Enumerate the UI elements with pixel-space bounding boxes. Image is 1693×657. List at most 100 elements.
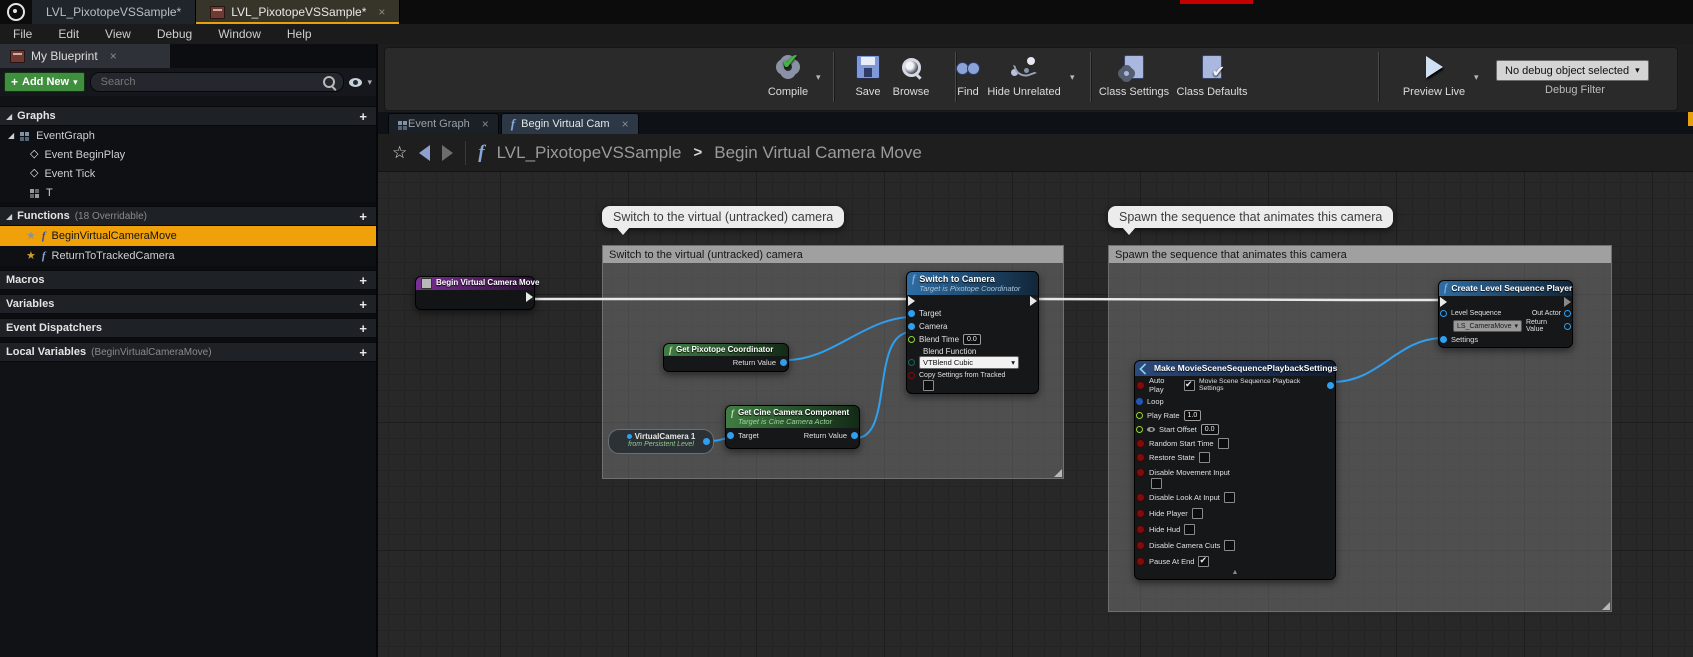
- tab-event-graph[interactable]: Event Graph ×: [388, 113, 499, 134]
- add-graph-button[interactable]: +: [356, 109, 370, 124]
- menu-help[interactable]: Help: [274, 27, 325, 41]
- breadcrumb-root[interactable]: LVL_PixotopeVSSample: [497, 143, 682, 163]
- sidebar-item-event-t[interactable]: T: [0, 183, 376, 202]
- menu-window[interactable]: Window: [205, 27, 274, 41]
- exec-out-pin[interactable]: [1564, 297, 1571, 307]
- visibility-eye-icon[interactable]: [349, 78, 362, 87]
- event-dispatchers-header[interactable]: Event Dispatchers +: [0, 318, 376, 338]
- asset-tab-level[interactable]: LVL_PixotopeVSSample*: [32, 0, 196, 24]
- sidebar-item-event-tick[interactable]: ◇ Event Tick: [0, 164, 376, 183]
- hide-unrelated-chevron-icon[interactable]: ▾: [1070, 72, 1075, 83]
- forward-arrow-icon[interactable]: [442, 145, 453, 161]
- add-variable-button[interactable]: +: [356, 297, 370, 312]
- blend-function-select[interactable]: VTBlend Cubic▾: [919, 356, 1019, 369]
- node-virtual-camera-getter[interactable]: VirtualCamera 1 from Persistent Level: [608, 429, 714, 454]
- sidebar-item-beginvirtualcameramove[interactable]: ★ f BeginVirtualCameraMove: [0, 226, 376, 246]
- disable-camera-cuts-checkbox[interactable]: [1224, 540, 1235, 551]
- compile-button[interactable]: ✔ Compile: [750, 51, 826, 98]
- return-value-pin[interactable]: [851, 432, 858, 439]
- camera-pin[interactable]: [908, 323, 915, 330]
- tab-begin-virtual-camera[interactable]: f Begin Virtual Cam ×: [501, 113, 639, 134]
- node-create-level-sequence-player[interactable]: f Create Level Sequence Player Level Seq…: [1438, 280, 1573, 348]
- node-get-pixotope-coordinator[interactable]: f Get Pixotope Coordinator Return Value: [663, 343, 789, 372]
- node-switch-to-camera[interactable]: f Switch to Camera Target is Pixotope Co…: [906, 271, 1039, 394]
- output-pin[interactable]: [1327, 382, 1334, 389]
- sidebar-item-returntotrackedcamera[interactable]: ★ f ReturnToTrackedCamera: [0, 246, 376, 266]
- favorite-star-icon[interactable]: ★: [26, 251, 36, 262]
- my-blueprint-tab[interactable]: My Blueprint ×: [0, 44, 170, 68]
- macros-header[interactable]: Macros +: [0, 270, 376, 290]
- menu-file[interactable]: File: [0, 27, 45, 41]
- disable-movement-input-pin[interactable]: [1136, 468, 1145, 477]
- auto-play-checkbox[interactable]: [1184, 380, 1195, 391]
- compile-options-chevron-icon[interactable]: ▾: [816, 72, 821, 83]
- menu-debug[interactable]: Debug: [144, 27, 205, 41]
- random-start-time-pin[interactable]: [1136, 439, 1145, 448]
- restore-state-pin[interactable]: [1136, 453, 1145, 462]
- blend-time-pin[interactable]: [908, 336, 915, 343]
- debug-object-dropdown[interactable]: No debug object selected ▾: [1496, 60, 1649, 81]
- collapse-unconnected-arrow[interactable]: ▲: [1135, 569, 1335, 577]
- sidebar-item-eventgraph[interactable]: ◢ EventGraph: [0, 126, 376, 145]
- loop-pin[interactable]: [1136, 398, 1143, 405]
- restore-state-checkbox[interactable]: [1199, 452, 1210, 463]
- node-get-cine-camera-component[interactable]: f Get Cine Camera Component Target is Ci…: [725, 405, 860, 449]
- variables-header[interactable]: Variables +: [0, 294, 376, 314]
- preview-live-button[interactable]: Preview Live: [1396, 51, 1472, 98]
- disable-look-at-input-checkbox[interactable]: [1224, 492, 1235, 503]
- add-macro-button[interactable]: +: [356, 273, 370, 288]
- class-settings-button[interactable]: Class Settings: [1096, 51, 1172, 98]
- asset-tab-blueprint[interactable]: LVL_PixotopeVSSample* ×: [196, 0, 400, 24]
- target-pin[interactable]: [908, 310, 915, 317]
- disable-camera-cuts-pin[interactable]: [1136, 541, 1145, 550]
- out-actor-pin[interactable]: [1564, 310, 1571, 317]
- return-value-pin[interactable]: [1564, 323, 1571, 330]
- start-offset-input[interactable]: 0.0: [1201, 424, 1219, 435]
- hide-unrelated-button[interactable]: Hide Unrelated: [986, 51, 1062, 98]
- blend-time-input[interactable]: 0.0: [963, 334, 981, 345]
- node-begin-virtual-camera-move[interactable]: Begin Virtual Camera Move: [415, 276, 535, 310]
- target-pin[interactable]: [727, 432, 734, 439]
- exec-out-pin[interactable]: [1030, 296, 1037, 306]
- hide-hud-checkbox[interactable]: [1184, 524, 1195, 535]
- node-make-playback-settings[interactable]: Make MovieSceneSequencePlaybackSettings …: [1134, 360, 1336, 580]
- exec-out-pin[interactable]: [526, 292, 533, 302]
- hide-hud-pin[interactable]: [1136, 525, 1145, 534]
- play-rate-pin[interactable]: [1136, 412, 1143, 419]
- unreal-logo[interactable]: [0, 0, 32, 24]
- start-offset-pin[interactable]: [1136, 426, 1143, 433]
- close-icon[interactable]: ×: [622, 117, 629, 131]
- add-function-button[interactable]: +: [356, 209, 370, 224]
- output-pin[interactable]: [703, 438, 710, 445]
- level-sequence-select[interactable]: LS_CameraMove▾: [1453, 320, 1522, 332]
- copy-settings-pin[interactable]: [908, 372, 915, 379]
- copy-settings-checkbox[interactable]: [923, 380, 934, 391]
- class-defaults-button[interactable]: ✔ Class Defaults: [1174, 51, 1250, 98]
- hide-player-pin[interactable]: [1136, 509, 1145, 518]
- add-new-button[interactable]: + Add New ▾: [4, 72, 85, 92]
- play-rate-input[interactable]: 1.0: [1184, 410, 1202, 421]
- favorite-star-icon[interactable]: ★: [26, 231, 36, 242]
- back-arrow-icon[interactable]: [419, 145, 430, 161]
- favorite-star-icon[interactable]: ☆: [392, 143, 407, 163]
- menu-edit[interactable]: Edit: [45, 27, 92, 41]
- graph-canvas[interactable]: Switch to the virtual (untracked) camera…: [378, 172, 1693, 657]
- menu-view[interactable]: View: [92, 27, 144, 41]
- disable-movement-input-checkbox[interactable]: [1151, 478, 1162, 489]
- return-value-pin[interactable]: [780, 359, 787, 366]
- hide-player-checkbox[interactable]: [1192, 508, 1203, 519]
- pause-at-end-checkbox[interactable]: [1198, 556, 1209, 567]
- local-variables-header[interactable]: Local Variables (BeginVirtualCameraMove)…: [0, 342, 376, 362]
- functions-header[interactable]: ◢ Functions (18 Overridable) +: [0, 206, 376, 226]
- random-start-time-checkbox[interactable]: [1218, 438, 1229, 449]
- graphs-header[interactable]: ◢ Graphs +: [0, 106, 376, 126]
- add-event-dispatcher-button[interactable]: +: [356, 321, 370, 336]
- chevron-down-icon[interactable]: ▾: [367, 77, 372, 88]
- close-icon[interactable]: ×: [482, 117, 489, 131]
- auto-play-pin[interactable]: [1136, 381, 1145, 390]
- close-icon[interactable]: ×: [378, 5, 385, 19]
- preview-live-chevron-icon[interactable]: ▾: [1474, 72, 1479, 83]
- sidebar-item-event-beginplay[interactable]: ◇ Event BeginPlay: [0, 145, 376, 164]
- add-local-variable-button[interactable]: +: [356, 345, 370, 360]
- search-input[interactable]: [99, 75, 318, 89]
